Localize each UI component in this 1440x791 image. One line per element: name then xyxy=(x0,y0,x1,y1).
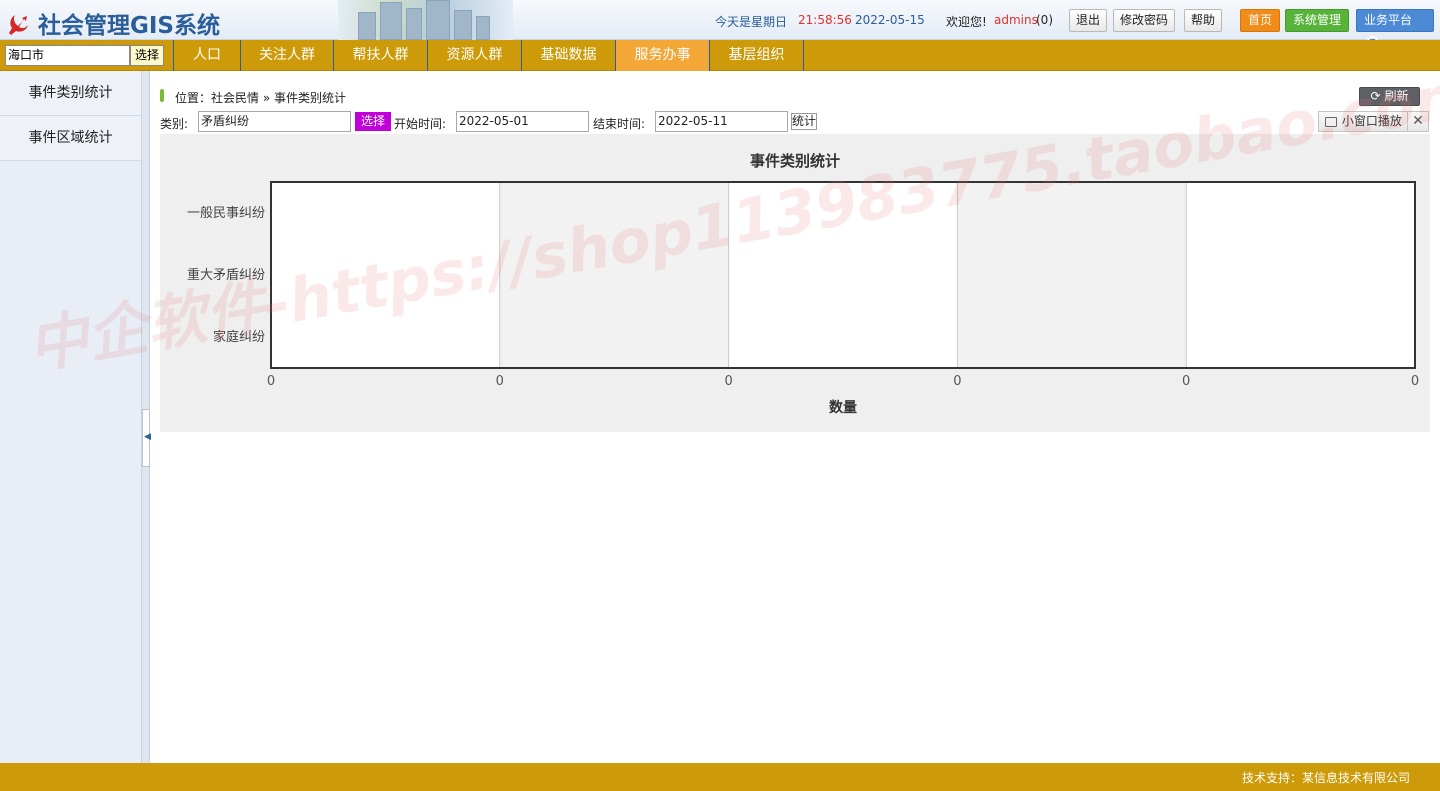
nav-item-focus-groups[interactable]: 关注人群 xyxy=(240,40,333,71)
business-platform-label: 业务平台 xyxy=(1364,13,1413,27)
event-category-chart: 事件类别统计 0 0 0 0 0 0 一般民事纠纷 重大矛盾纠纷 家庭纠纷 数量 xyxy=(160,134,1430,432)
home-button[interactable]: 首页 xyxy=(1240,9,1281,32)
username[interactable]: admins xyxy=(994,13,1038,27)
plot-band xyxy=(271,182,500,368)
nav-item-resource-groups[interactable]: 资源人群 xyxy=(427,40,521,71)
breadcrumb: 位置：社会民情 » 事件类别统计 xyxy=(175,91,346,105)
x-axis-label: 数量 xyxy=(829,399,857,416)
refresh-label: 刷新 xyxy=(1384,89,1409,103)
main-nav: 海口市 选择 人口 关注人群 帮扶人群 资源人群 基础数据 服务办事 基层组织 xyxy=(0,40,1440,71)
today-label: 今天是星期日 xyxy=(715,15,788,29)
start-time-label: 开始时间: xyxy=(394,117,447,131)
nav-item-services[interactable]: 服务办事 xyxy=(615,40,709,71)
sidebar-item-event-category-stats[interactable]: 事件类别统计 xyxy=(0,71,141,116)
message-count[interactable]: (0) xyxy=(1036,13,1053,27)
footer-credit: 技术支持：某信息技术有限公司 xyxy=(1241,771,1410,785)
category-input[interactable]: 矛盾纠纷 xyxy=(198,111,351,132)
x-tick-label: 0 xyxy=(724,374,732,389)
category-select-button[interactable]: 选择 xyxy=(355,112,391,131)
end-time-input[interactable]: 2022-05-11 xyxy=(655,111,788,132)
close-icon[interactable]: ✕ xyxy=(1407,112,1428,131)
x-tick-label: 0 xyxy=(953,374,961,389)
help-button[interactable]: 帮助 xyxy=(1184,9,1223,32)
collapse-sidebar-handle[interactable]: ◀ xyxy=(142,409,151,467)
chevron-left-icon: ◀ xyxy=(144,432,151,442)
system-management-button[interactable]: 系统管理 xyxy=(1285,9,1350,32)
nav-item-population[interactable]: 人口 xyxy=(173,40,240,71)
party-emblem-icon xyxy=(6,10,32,36)
logo: 社会管理GIS系统 xyxy=(6,6,220,40)
plot-band xyxy=(1186,182,1415,368)
y-category-label: 一般民事纠纷 xyxy=(187,205,265,221)
x-tick-label: 0 xyxy=(267,374,275,389)
footer: 技术支持：某信息技术有限公司 xyxy=(0,763,1440,791)
sidebar: 事件类别统计 事件区域统计 xyxy=(0,71,142,763)
plot-band xyxy=(957,182,1187,368)
category-label: 类别: xyxy=(160,117,189,131)
start-time-input[interactable]: 2022-05-01 xyxy=(456,111,589,132)
nav-item-grassroots[interactable]: 基层组织 xyxy=(709,40,803,71)
nav-item-basic-data[interactable]: 基础数据 xyxy=(521,40,615,71)
y-category-label: 家庭纠纷 xyxy=(213,329,265,345)
end-time-label: 结束时间: xyxy=(593,117,646,131)
x-tick-label: 0 xyxy=(1411,374,1419,389)
statistics-button[interactable]: 统计 xyxy=(791,113,817,130)
app-title: 社会管理GIS系统 xyxy=(38,13,221,39)
x-tick-label: 0 xyxy=(496,374,504,389)
tv-icon xyxy=(1325,116,1337,127)
refresh-icon: ⟳ xyxy=(1370,89,1381,103)
plot-band xyxy=(499,182,729,368)
clock: 21:58:56 xyxy=(798,13,852,27)
mini-window-play[interactable]: 小窗口播放 ✕ xyxy=(1318,111,1429,132)
chart-svg: 0 0 0 0 0 0 一般民事纠纷重大矛盾纠纷家庭纠纷数量 xyxy=(187,181,1419,416)
breadcrumb-marker xyxy=(160,89,164,102)
plot-band xyxy=(728,182,958,368)
x-tick-label: 0 xyxy=(1182,374,1190,389)
nav-item-aid-groups[interactable]: 帮扶人群 xyxy=(333,40,427,71)
refresh-button[interactable]: ⟳ 刷新 xyxy=(1359,87,1420,106)
change-password-button[interactable]: 修改密码 xyxy=(1113,9,1176,32)
app-header: 社会管理GIS系统 今天是星期日 21:58:56 2022-05-15 欢迎您… xyxy=(0,0,1440,47)
nav-divider xyxy=(803,40,804,71)
header-banner-image xyxy=(338,0,513,40)
city-select-button[interactable]: 选择 xyxy=(130,45,164,66)
city-input[interactable]: 海口市 xyxy=(5,45,130,66)
sidebar-item-event-region-stats[interactable]: 事件区域统计 xyxy=(0,116,141,161)
mini-window-play-label: 小窗口播放 xyxy=(1341,114,1402,128)
logout-button[interactable]: 退出 xyxy=(1069,9,1108,32)
current-date: 2022-05-15 xyxy=(855,13,925,27)
y-category-label: 重大矛盾纠纷 xyxy=(187,267,265,283)
business-platform-dropdown[interactable]: 业务平台 ▼ xyxy=(1356,9,1434,47)
welcome-text: 欢迎您! xyxy=(946,15,987,29)
